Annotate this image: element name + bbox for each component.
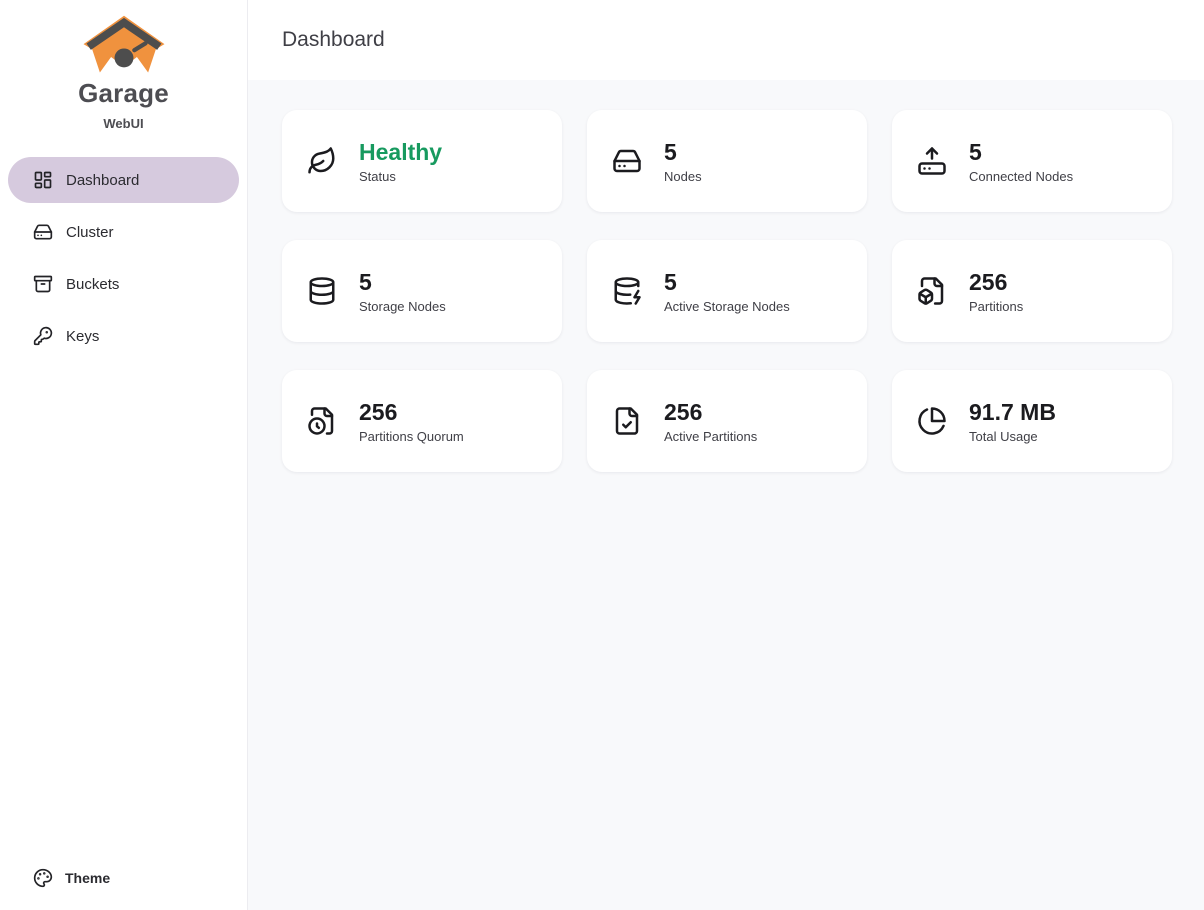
stat-card-total-usage: 91.7 MB Total Usage	[892, 370, 1172, 472]
stat-label: Partitions	[969, 299, 1023, 314]
main-area: Dashboard Healthy Status 5 Nodes 5 Connected …	[248, 0, 1204, 910]
stat-label: Nodes	[664, 169, 702, 184]
stat-card-text: 91.7 MB Total Usage	[969, 398, 1056, 444]
stat-value: 5	[969, 138, 1073, 167]
theme-label: Theme	[65, 870, 110, 886]
database-zap-icon	[612, 276, 642, 306]
stat-label: Partitions Quorum	[359, 429, 464, 444]
page-title: Dashboard	[282, 28, 385, 52]
sidebar: Garage WebUI Dashboard Cluster Buckets Keys…	[0, 0, 248, 910]
stats-grid: Healthy Status 5 Nodes 5 Connected Nodes 5 Stor…	[282, 110, 1174, 472]
garage-logo-icon	[80, 14, 168, 76]
stat-label: Storage Nodes	[359, 299, 446, 314]
sidebar-item-keys[interactable]: Keys	[8, 313, 239, 359]
stat-value: 5	[359, 268, 446, 297]
stat-value: 256	[664, 398, 757, 427]
stat-label: Active Partitions	[664, 429, 757, 444]
sidebar-item-label: Dashboard	[66, 172, 139, 189]
logo-title: Garage	[78, 78, 169, 109]
layout-dashboard-icon	[33, 170, 53, 190]
logo-subtitle: WebUI	[103, 116, 143, 131]
theme-button[interactable]: Theme	[0, 858, 247, 898]
stat-label: Active Storage Nodes	[664, 299, 790, 314]
stat-card-text: 5 Nodes	[664, 138, 702, 184]
stat-label: Status	[359, 169, 442, 184]
file-clock-icon	[307, 406, 337, 436]
hard-drive-icon	[33, 222, 53, 242]
stat-value: 256	[969, 268, 1023, 297]
logo: Garage WebUI	[0, 0, 247, 131]
stat-card-partitions-quorum: 256 Partitions Quorum	[282, 370, 562, 472]
sidebar-nav: Dashboard Cluster Buckets Keys	[0, 157, 247, 359]
palette-icon	[33, 868, 53, 888]
stat-card-connected-nodes: 5 Connected Nodes	[892, 110, 1172, 212]
sidebar-item-cluster[interactable]: Cluster	[8, 209, 239, 255]
stat-card-text: 5 Connected Nodes	[969, 138, 1073, 184]
stat-value: 91.7 MB	[969, 398, 1056, 427]
sidebar-item-label: Buckets	[66, 276, 119, 293]
stat-card-nodes: 5 Nodes	[587, 110, 867, 212]
stat-card-text: 256 Partitions	[969, 268, 1023, 314]
stat-card-status: Healthy Status	[282, 110, 562, 212]
page-header: Dashboard	[248, 0, 1204, 80]
hard-drive-upload-icon	[917, 146, 947, 176]
stat-card-text: 5 Active Storage Nodes	[664, 268, 790, 314]
database-icon	[307, 276, 337, 306]
hard-drive-icon	[612, 146, 642, 176]
sidebar-item-buckets[interactable]: Buckets	[8, 261, 239, 307]
content: Healthy Status 5 Nodes 5 Connected Nodes 5 Stor…	[248, 80, 1204, 910]
stat-card-storage-nodes: 5 Storage Nodes	[282, 240, 562, 342]
stat-value: 5	[664, 138, 702, 167]
sidebar-item-dashboard[interactable]: Dashboard	[8, 157, 239, 203]
stat-card-text: 256 Partitions Quorum	[359, 398, 464, 444]
file-box-icon	[917, 276, 947, 306]
sidebar-item-label: Keys	[66, 328, 99, 345]
app-root: Garage WebUI Dashboard Cluster Buckets Keys…	[0, 0, 1204, 910]
stat-card-text: 5 Storage Nodes	[359, 268, 446, 314]
stat-value: 256	[359, 398, 464, 427]
pie-chart-icon	[917, 406, 947, 436]
archive-icon	[33, 274, 53, 294]
key-round-icon	[33, 326, 53, 346]
stat-card-text: Healthy Status	[359, 138, 442, 184]
stat-label: Total Usage	[969, 429, 1056, 444]
stat-value: 5	[664, 268, 790, 297]
stat-card-active-storage-nodes: 5 Active Storage Nodes	[587, 240, 867, 342]
stat-card-partitions: 256 Partitions	[892, 240, 1172, 342]
stat-card-text: 256 Active Partitions	[664, 398, 757, 444]
stat-card-active-partitions: 256 Active Partitions	[587, 370, 867, 472]
sidebar-item-label: Cluster	[66, 224, 114, 241]
stat-label: Connected Nodes	[969, 169, 1073, 184]
file-check-icon	[612, 406, 642, 436]
stat-value: Healthy	[359, 138, 442, 167]
leaf-icon	[307, 146, 337, 176]
